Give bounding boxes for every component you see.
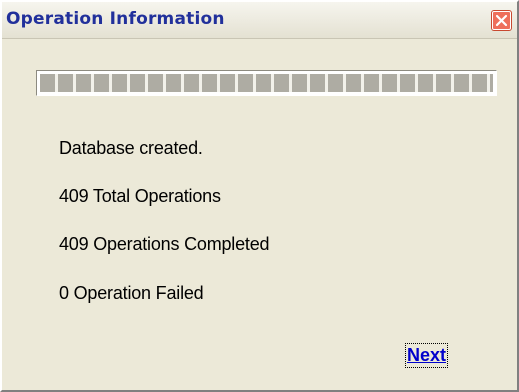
progress-bar [36,70,497,96]
close-button[interactable] [492,11,511,30]
completed-operations-label: 409 Operations Completed [59,234,270,254]
progress-fill [40,74,493,92]
status-message: Database created. [59,138,203,158]
window-title: Operation Information [6,9,225,29]
failed-operations-label: 0 Operation Failed [59,283,204,303]
operation-info-dialog: Operation Information Database created. … [0,0,519,392]
next-link[interactable]: Next [404,343,449,368]
total-operations-label: 409 Total Operations [59,186,221,206]
close-icon [495,14,508,27]
title-bar[interactable]: Operation Information [2,2,517,39]
